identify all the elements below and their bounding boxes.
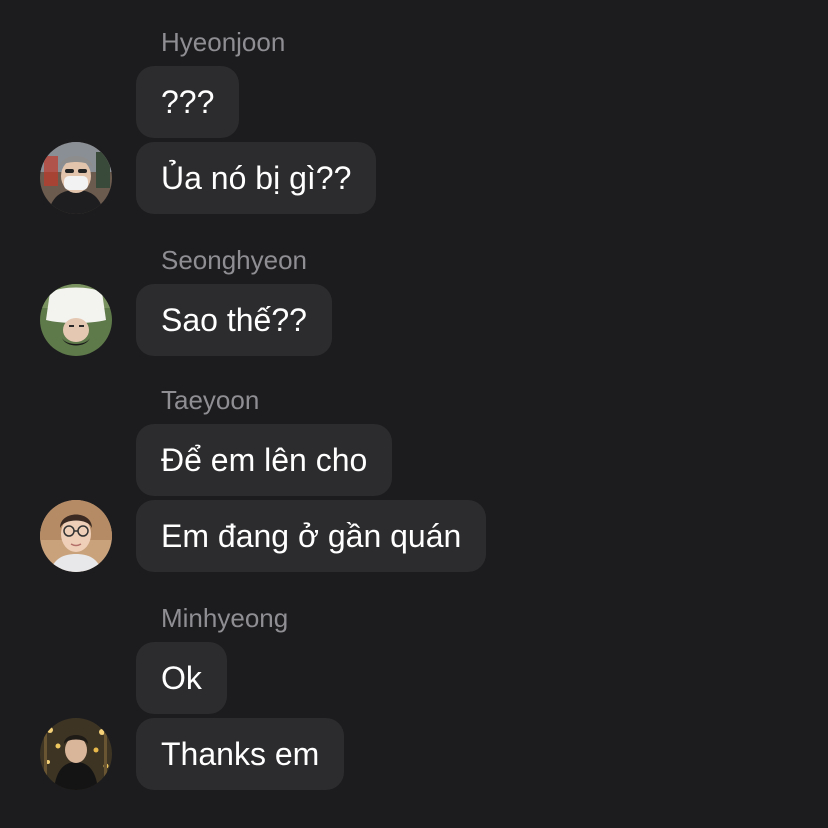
message-bubble[interactable]: ??? xyxy=(136,66,240,138)
message-bubble[interactable]: Thanks em xyxy=(136,718,345,790)
avatar[interactable] xyxy=(40,284,112,356)
avatar[interactable] xyxy=(40,500,112,572)
message-bubble[interactable]: Để em lên cho xyxy=(136,424,393,496)
sender-name: Minhyeong xyxy=(161,603,289,633)
message-bubble[interactable]: Sao thế?? xyxy=(136,284,332,356)
avatar-seonghyeon-photo-icon xyxy=(40,284,112,356)
message-bubble[interactable]: Em đang ở gần quán xyxy=(136,500,487,572)
chat-thread: Hyeonjoon ??? Ủa nó bị gì?? Seonghyeon S… xyxy=(0,0,828,828)
avatar-hyeonjoon-photo-icon xyxy=(40,142,112,214)
avatar-minhyeong-photo-icon xyxy=(40,718,112,790)
sender-name: Hyeonjoon xyxy=(161,27,286,57)
sender-name: Seonghyeon xyxy=(161,245,308,275)
avatar[interactable] xyxy=(40,718,112,790)
message-bubble[interactable]: Ủa nó bị gì?? xyxy=(136,142,377,214)
sender-name: Taeyoon xyxy=(161,385,260,415)
message-bubble[interactable]: Ok xyxy=(136,642,227,714)
avatar-taeyoon-photo-icon xyxy=(40,500,112,572)
avatar[interactable] xyxy=(40,142,112,214)
